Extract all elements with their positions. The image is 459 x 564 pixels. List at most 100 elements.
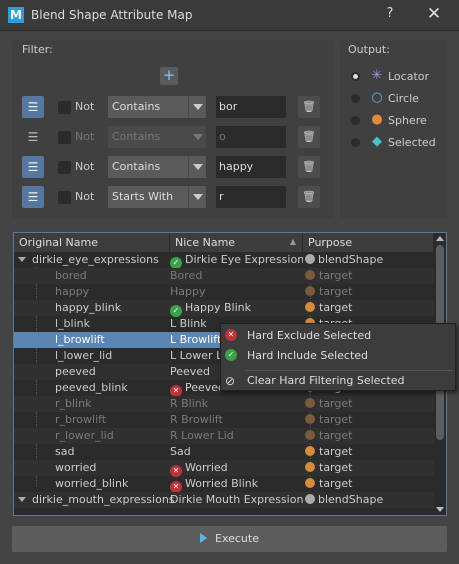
filter-value-input[interactable]: bor (216, 96, 286, 118)
original-name-cell: worried_blink (55, 477, 129, 490)
purpose-text: target (319, 269, 353, 282)
filter-value-input[interactable]: r (216, 186, 286, 208)
purpose-text: blendShape (318, 253, 384, 266)
window-title: Blend Shape Attribute Map (31, 8, 193, 22)
output-option-circle[interactable]: ○ Circle (351, 90, 451, 108)
menu-item-hard-exclude[interactable]: ✕ Hard Exclude Selected (221, 326, 455, 346)
output-option-label: Locator (388, 70, 430, 83)
filter-value-input[interactable]: o (216, 126, 286, 148)
nice-name-text: Worried Blink (185, 477, 259, 490)
menu-item-clear-hard-filtering[interactable]: ⊘ Clear Hard Filtering Selected (221, 371, 455, 391)
table-row[interactable]: bored Bored target (14, 268, 434, 284)
help-button[interactable]: ? (381, 6, 399, 21)
purpose-cell: blendShape (305, 253, 383, 266)
maya-app-icon: M (8, 7, 24, 23)
not-checkbox[interactable] (58, 131, 71, 144)
purpose-cell: blendShape (305, 493, 383, 506)
table-row[interactable]: dirkie_mouth_expressions Dirkie Mouth Ex… (14, 492, 434, 508)
filter-mode-select[interactable]: Contains (108, 156, 188, 178)
table-row[interactable]: r_lower_lid R Lower Lid target (14, 428, 434, 444)
table-row[interactable]: happy_blink ✓ Happy Blink target (14, 300, 434, 317)
output-option-selected[interactable]: ◆ Selected (351, 134, 451, 152)
chevron-down-icon[interactable] (188, 156, 206, 178)
original-name-cell: worried (55, 461, 97, 474)
add-filter-button[interactable]: + (160, 67, 178, 85)
nice-name-cell: Dirkie Mouth Expressions (170, 493, 303, 506)
trash-icon[interactable]: 🗑 (298, 156, 320, 178)
target-icon (305, 286, 315, 296)
purpose-cell: target (305, 461, 352, 474)
blendshape-icon (305, 494, 315, 504)
exclude-icon: ✕ (225, 329, 237, 341)
execute-button[interactable]: Execute (12, 526, 447, 552)
purpose-cell: target (305, 301, 352, 314)
table-row[interactable]: sad Sad target (14, 444, 434, 460)
context-menu: ✕ Hard Exclude Selected ✓ Hard Include S… (220, 323, 456, 391)
scroll-down-icon[interactable] (436, 507, 444, 512)
table-row[interactable]: worried_blink ✕ Worried Blink target (14, 476, 434, 493)
filter-value-input[interactable]: happy (216, 156, 286, 178)
nice-name-cell: Happy (170, 285, 206, 298)
filter-toggle-icon[interactable]: ☰ (22, 156, 44, 178)
selected-icon: ◆ (372, 134, 382, 149)
column-header-nice-name[interactable]: Nice Name ▲ (170, 233, 303, 252)
menu-item-label: Clear Hard Filtering Selected (247, 374, 405, 387)
target-icon (305, 478, 315, 488)
menu-item-hard-include[interactable]: ✓ Hard Include Selected (221, 346, 455, 366)
original-name-cell: dirkie_mouth_expressions (32, 493, 175, 506)
original-name-cell: peeved_blink (55, 381, 128, 394)
filter-mode-select[interactable]: Starts With (108, 186, 188, 208)
filter-mode-select[interactable]: Contains (108, 126, 188, 148)
table-row[interactable]: r_browlift R Browlift target (14, 412, 434, 428)
radio-button[interactable] (351, 116, 360, 125)
not-label: Not (75, 130, 95, 143)
not-checkbox[interactable] (58, 161, 71, 174)
trash-icon[interactable]: 🗑 (298, 186, 320, 208)
output-option-sphere[interactable]: ● Sphere (351, 112, 451, 130)
circle-icon: ○ (371, 90, 383, 105)
trash-icon[interactable]: 🗑 (298, 126, 320, 148)
purpose-text: target (319, 397, 353, 410)
radio-button[interactable] (351, 94, 360, 103)
column-header-purpose[interactable]: Purpose (303, 233, 434, 252)
filter-toggle-icon[interactable]: ☰ (22, 186, 44, 208)
chevron-down-icon[interactable] (188, 126, 206, 148)
column-header-label: Nice Name (175, 236, 236, 249)
execute-label: Execute (215, 532, 259, 545)
filter-label: Filter: (22, 43, 53, 56)
purpose-cell: target (305, 397, 352, 410)
target-icon (305, 462, 315, 472)
purpose-text: target (319, 285, 353, 298)
trash-icon[interactable]: 🗑 (298, 96, 320, 118)
not-checkbox[interactable] (58, 101, 71, 114)
radio-button[interactable] (351, 138, 360, 147)
menu-item-label: Hard Include Selected (247, 349, 369, 362)
table-row[interactable]: r_blink R Blink target (14, 396, 434, 412)
output-label: Output: (348, 43, 390, 56)
sphere-icon: ● (371, 112, 383, 127)
chevron-down-icon[interactable] (188, 186, 206, 208)
table-row[interactable]: worried ✕ Worried target (14, 460, 434, 477)
not-checkbox[interactable] (58, 191, 71, 204)
clear-icon: ⊘ (225, 374, 236, 388)
filter-mode-select[interactable]: Contains (108, 96, 188, 118)
output-option-locator[interactable]: ✳ Locator (351, 68, 451, 86)
nice-name-cell: R Lower Lid (170, 429, 234, 442)
table-row[interactable]: dirkie_eye_expressions ✓ Dirkie Eye Expre… (14, 252, 434, 269)
expand-arrow-icon[interactable] (18, 497, 26, 502)
chevron-down-icon[interactable] (188, 96, 206, 118)
column-header-original-name[interactable]: Original Name (14, 233, 170, 252)
scroll-up-icon[interactable] (436, 236, 444, 241)
target-icon (305, 270, 315, 280)
filter-toggle-icon[interactable]: ☰ (22, 96, 44, 118)
menu-item-label: Hard Exclude Selected (247, 329, 372, 342)
filter-toggle-icon[interactable]: ☰ (22, 126, 44, 148)
table-row[interactable]: happy Happy target (14, 284, 434, 300)
expand-arrow-icon[interactable] (18, 257, 26, 262)
radio-button[interactable] (351, 72, 360, 81)
blendshape-icon (305, 254, 315, 264)
original-name-cell: sad (55, 445, 75, 458)
close-button[interactable]: ✕ (424, 4, 444, 24)
original-name-cell: bored (55, 269, 87, 282)
original-name-cell: r_browlift (55, 413, 107, 426)
